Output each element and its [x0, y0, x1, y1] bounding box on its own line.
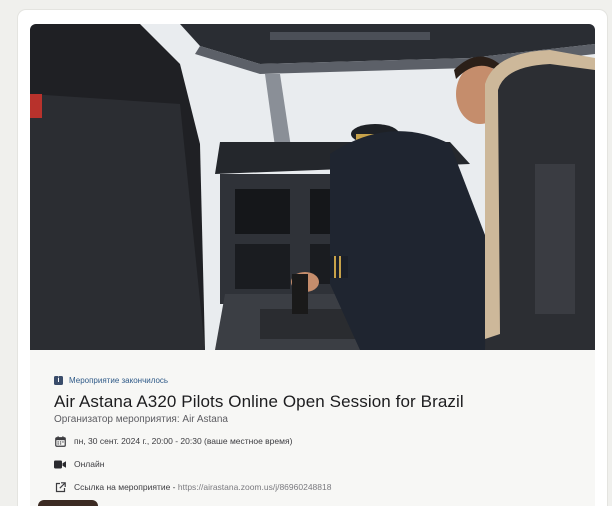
event-datetime: пн, 30 сент. 2024 г., 20:00 - 20:30 (ваш… [74, 436, 293, 446]
event-link-url[interactable]: https://airastana.zoom.us/j/86960248818 [178, 482, 332, 492]
event-title: Air Astana A320 Pilots Online Open Sessi… [54, 392, 464, 411]
event-organizer: Организатор мероприятия: Air Astana [54, 414, 228, 425]
event-card: i Мероприятие закончилось Air Astana A32… [18, 10, 607, 506]
external-link-icon [54, 481, 66, 493]
event-status-label: Мероприятие закончилось [69, 375, 169, 385]
event-datetime-row: пн, 30 сент. 2024 г., 20:00 - 20:30 (ваш… [54, 435, 595, 447]
info-icon: i [54, 375, 63, 385]
video-camera-icon [54, 458, 66, 470]
attendee-avatars-partial [38, 500, 98, 506]
event-status: i Мероприятие закончилось [54, 374, 595, 386]
calendar-icon [54, 435, 66, 447]
event-format-row: Онлайн [54, 458, 595, 470]
event-link-row: Ссылка на мероприятие - https://airastan… [54, 481, 595, 493]
event-format: Онлайн [74, 459, 105, 469]
event-cover-image [30, 24, 595, 350]
event-details: i Мероприятие закончилось Air Astana A32… [30, 350, 595, 506]
event-link-label: Ссылка на мероприятие - [74, 482, 178, 492]
